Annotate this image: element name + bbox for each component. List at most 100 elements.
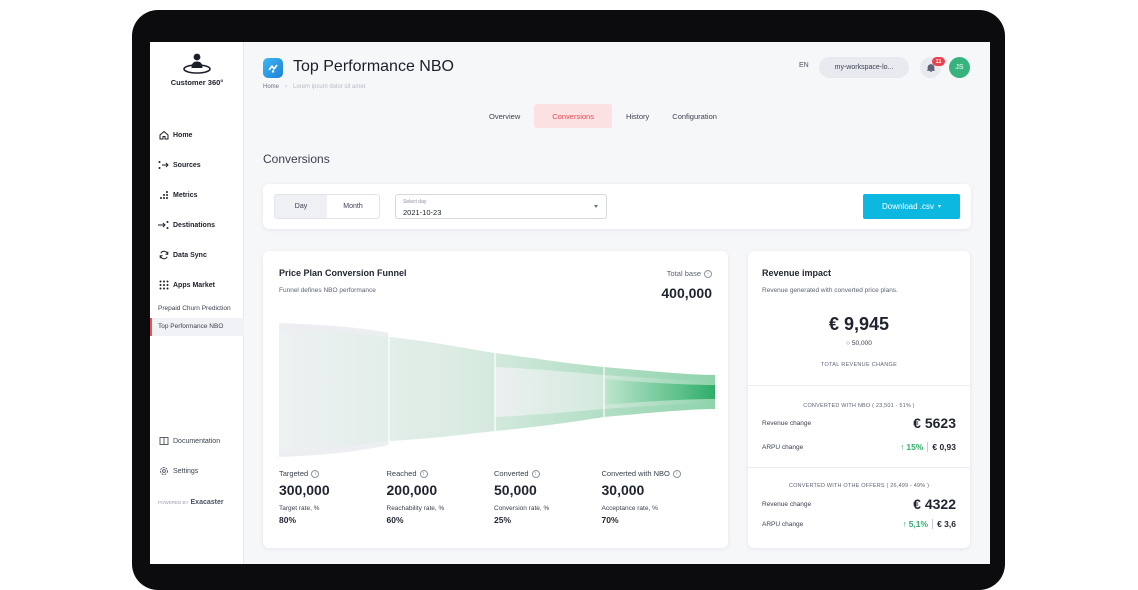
language-selector[interactable]: EN <box>799 62 809 69</box>
other-revenue-label: Revenue change <box>762 500 812 508</box>
stage-name-text: Reached <box>386 469 417 478</box>
info-icon[interactable]: i <box>704 269 712 278</box>
separator <box>932 519 934 529</box>
tab-history[interactable]: History <box>617 104 658 128</box>
revenue-card: Revenue impact Revenue generated with co… <box>748 251 970 548</box>
powered-by: POWERED BY Exacaster <box>158 499 224 506</box>
notification-count-badge: 11 <box>932 57 945 66</box>
info-icon[interactable]: i <box>672 469 681 478</box>
sidebar-item-label: Data Sync <box>173 251 207 259</box>
sidebar-item-destinations[interactable]: Destinations <box>150 210 244 240</box>
funnel-stages: Targeted i 300,000 Target rate, % 80% Rea… <box>279 469 719 525</box>
sources-icon <box>158 160 169 171</box>
sidebar-item-label: Metrics <box>173 191 198 199</box>
nbo-revenue-row: Revenue change € 5623 <box>762 415 956 431</box>
funnel-title: Price Plan Conversion Funnel <box>279 268 407 278</box>
arrow-up-icon: ↑ <box>902 519 907 529</box>
filter-bar: Day Month Select day 2021-10-23 Download… <box>263 184 971 229</box>
stage-value: 300,000 <box>279 482 330 498</box>
other-arpu-row: ARPU change ↑ 5,1% € 3,6 <box>762 519 956 529</box>
caret-down-icon: ▾ <box>938 204 942 210</box>
app-screen: Customer 360° Home Sources Metrics Desti… <box>150 42 990 564</box>
separator <box>927 442 929 452</box>
stage-name-text: Targeted <box>279 469 309 478</box>
stage-rate-label: Conversion rate, % <box>494 505 550 512</box>
tab-overview[interactable]: Overview <box>480 104 529 128</box>
sidebar-item-label: Apps Market <box>173 281 216 289</box>
stage-value: 200,000 <box>386 482 438 498</box>
workspace-selector[interactable]: my-workspace-lo... <box>819 57 909 78</box>
section-title: Conversions <box>263 152 330 166</box>
stage-name: Converted i <box>494 469 602 478</box>
nbo-arpu-row: ARPU change ↑ 15% € 0,93 <box>762 442 956 452</box>
sidebar-item-data-sync[interactable]: Data Sync <box>150 240 244 270</box>
divider <box>748 467 970 468</box>
metrics-icon <box>158 190 169 201</box>
other-arpu-label: ARPU change <box>762 520 804 528</box>
page-title: Top Performance NBO <box>293 58 454 75</box>
nbo-section-title: CONVERTED WITH NBO ( 23,501 - 51% ) <box>803 403 915 409</box>
info-icon[interactable]: i <box>311 469 320 478</box>
sidebar-bottom: Documentation Settings <box>150 426 244 486</box>
sidebar-item-home[interactable]: Home <box>150 120 244 150</box>
breadcrumb-home[interactable]: Home <box>263 84 279 90</box>
download-csv-button[interactable]: Download .csv ▾ <box>863 194 960 219</box>
period-month-button[interactable]: Month <box>327 195 379 218</box>
caret-down-icon <box>594 205 598 208</box>
stage-name: Reached i <box>387 469 495 478</box>
sidebar-item-sources[interactable]: Sources <box>150 150 244 180</box>
day-select-value: 2021-10-23 <box>403 208 442 217</box>
tab-bar: Overview Conversions History Configurati… <box>480 104 731 128</box>
total-base-value: 400,000 <box>661 285 712 301</box>
breadcrumb-separator: › <box>285 84 288 90</box>
info-icon[interactable]: i <box>419 469 428 478</box>
brand: Customer 360° <box>150 52 244 87</box>
stage-reached: Reached i 200,000 Reachability rate, % 60… <box>387 469 495 525</box>
sidebar-item-label: Destinations <box>173 221 216 229</box>
stage-rate-value: 80% <box>279 515 297 525</box>
other-section-title: CONVERTED WITH OTHE OFFERS ( 26,499 - 49… <box>788 483 930 489</box>
funnel-subtitle: Funnel defines NBO performance <box>279 287 376 294</box>
sync-icon <box>158 250 169 261</box>
sidebar: Customer 360° Home Sources Metrics Desti… <box>150 42 244 564</box>
download-csv-label: Download .csv <box>881 202 934 211</box>
revenue-total: € 9,945 <box>828 314 890 334</box>
tab-configuration[interactable]: Configuration <box>663 104 726 128</box>
day-select[interactable]: Select day 2021-10-23 <box>395 194 607 219</box>
nbo-revenue-label: Revenue change <box>762 419 812 427</box>
period-toggle: Day Month <box>274 194 380 219</box>
other-revenue-row: Revenue change € 4322 <box>762 496 956 512</box>
sidebar-item-documentation[interactable]: Documentation <box>150 426 244 456</box>
stage-name: Converted with NBO i <box>602 469 710 478</box>
sidebar-item-apps-market[interactable]: Apps Market <box>150 270 244 300</box>
sidebar-subitem-top-performance[interactable]: Top Performance NBO <box>150 318 244 336</box>
nbo-arpu-pct: 15% <box>906 442 924 452</box>
stage-name-text: Converted with NBO <box>601 469 670 478</box>
powered-by-brand: Exacaster <box>190 499 224 506</box>
grid-icon <box>158 280 169 291</box>
sidebar-subitem-prepaid-churn[interactable]: Prepaid Churn Prediction <box>150 300 244 318</box>
user-avatar[interactable]: JS <box>949 57 970 78</box>
breadcrumb: Home › Lorem ipsum dolor sit amet <box>263 84 365 90</box>
day-select-label: Select day <box>403 199 427 205</box>
other-arpu-values: ↑ 5,1% € 3,6 <box>902 519 956 529</box>
stage-value: 30,000 <box>601 482 645 498</box>
tab-conversions[interactable]: Conversions <box>534 104 612 128</box>
info-icon[interactable]: i <box>531 469 540 478</box>
nbo-arpu-value: € 0,93 <box>932 442 956 452</box>
period-day-button[interactable]: Day <box>275 195 327 218</box>
brand-name: Customer 360° <box>170 78 224 87</box>
stage-rate-value: 70% <box>601 515 619 525</box>
other-arpu-pct: 5,1% <box>908 519 929 529</box>
stage-targeted: Targeted i 300,000 Target rate, % 80% <box>279 469 387 525</box>
sidebar-item-label: Documentation <box>173 437 221 445</box>
stage-rate-value: 60% <box>386 515 404 525</box>
funnel-chart <box>279 323 715 457</box>
sidebar-item-metrics[interactable]: Metrics <box>150 180 244 210</box>
sidebar-item-settings[interactable]: Settings <box>150 456 244 486</box>
revenue-users-value: 50,000 <box>851 340 872 347</box>
total-base-label: Total base i <box>667 269 712 278</box>
stage-rate-label: Reachability rate, % <box>386 505 445 512</box>
total-base-label-text: Total base <box>666 269 701 278</box>
customer-logo-icon <box>183 53 211 74</box>
